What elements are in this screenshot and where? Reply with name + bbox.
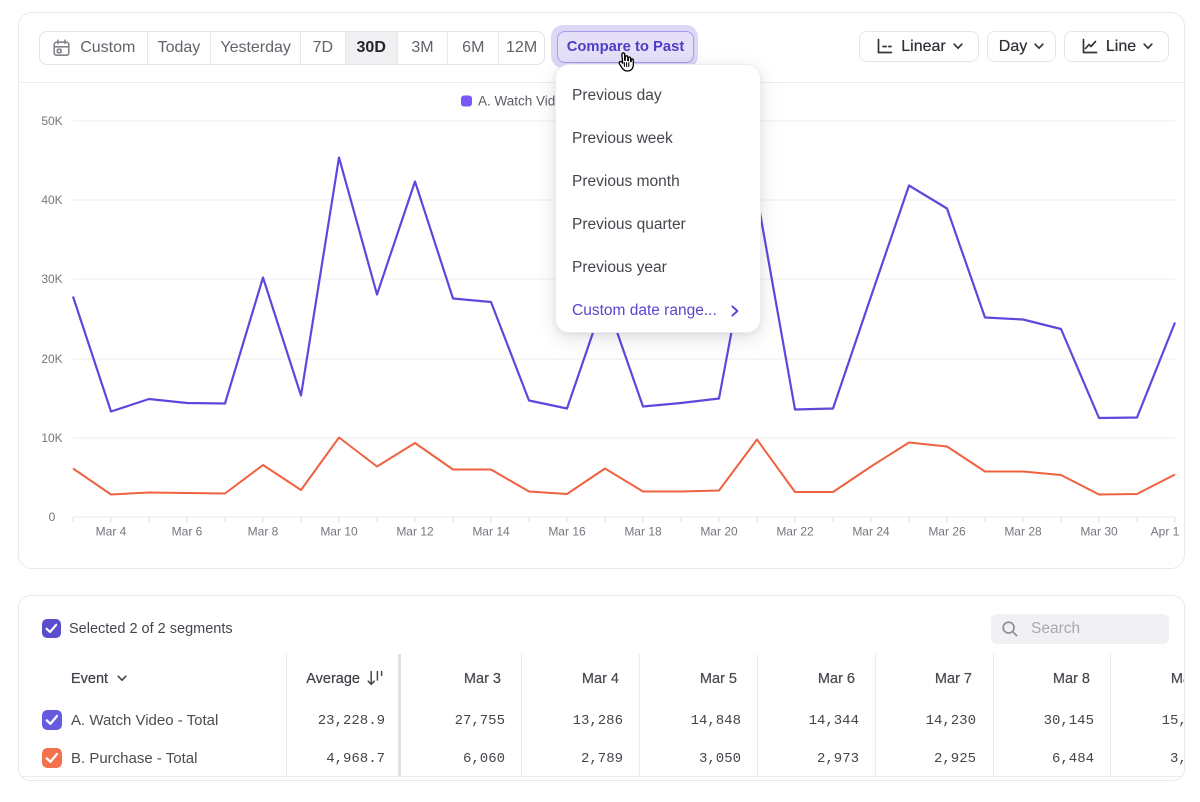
svg-text:Mar 12: Mar 12 [396,525,434,539]
svg-text:Mar 16: Mar 16 [548,525,586,539]
svg-text:Mar 6: Mar 6 [172,525,203,539]
svg-text:10K: 10K [41,431,62,445]
svg-text:Mar 22: Mar 22 [776,525,814,539]
svg-text:Mar 14: Mar 14 [472,525,510,539]
svg-text:0: 0 [49,510,56,524]
svg-text:Mar 20: Mar 20 [700,525,738,539]
svg-text:30K: 30K [41,272,62,286]
svg-text:Mar 4: Mar 4 [96,525,127,539]
svg-text:Mar 18: Mar 18 [624,525,662,539]
svg-text:Mar 10: Mar 10 [320,525,358,539]
svg-text:40K: 40K [41,193,62,207]
svg-text:Mar 26: Mar 26 [928,525,966,539]
svg-text:20K: 20K [41,352,62,366]
svg-text:Mar 24: Mar 24 [852,525,890,539]
svg-text:Mar 28: Mar 28 [1004,525,1042,539]
svg-text:Apr 1: Apr 1 [1151,525,1180,539]
svg-text:50K: 50K [41,114,62,128]
svg-text:Mar 8: Mar 8 [248,525,279,539]
svg-text:Mar 30: Mar 30 [1080,525,1118,539]
